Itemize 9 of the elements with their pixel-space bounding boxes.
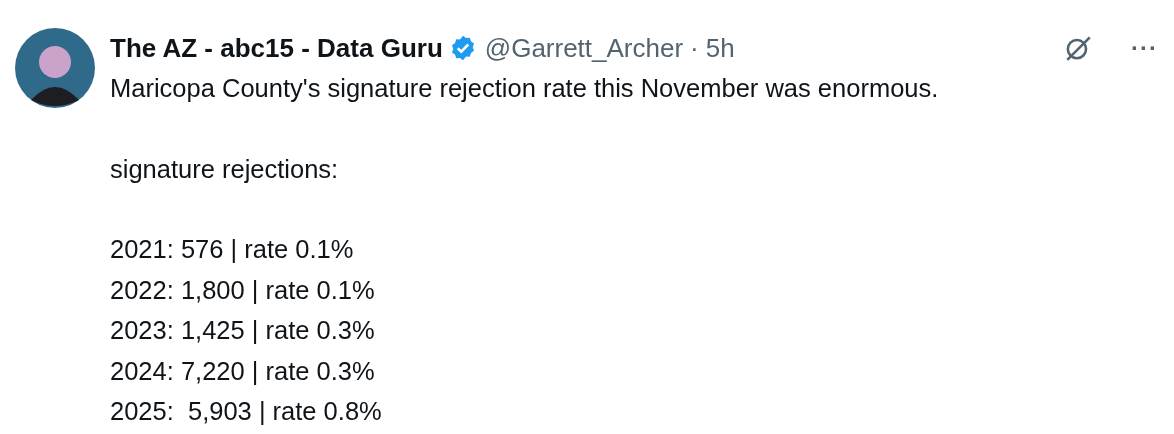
author-handle[interactable]: @Garrett_Archer — [484, 32, 684, 64]
post-time[interactable]: 5h — [705, 32, 735, 64]
author-name[interactable]: The AZ - abc15 - Data Guru — [110, 32, 443, 64]
separator: · — [690, 32, 699, 64]
more-button[interactable]: ··· — [1131, 34, 1158, 62]
avatar[interactable] — [15, 28, 95, 108]
post-text: Maricopa County's signature rejection rate this November was enormous. — [110, 73, 940, 104]
post-text: 2021: 576 | rate 0.1% 2022: 1,800 | rate 0.1% 2023: 1,425 | rate 0.3% 2024: 7,220 | rate 0.3% 2025: 5,903 | rate 0.8% — [110, 234, 383, 427]
post-text: signature rejections: — [110, 153, 340, 185]
